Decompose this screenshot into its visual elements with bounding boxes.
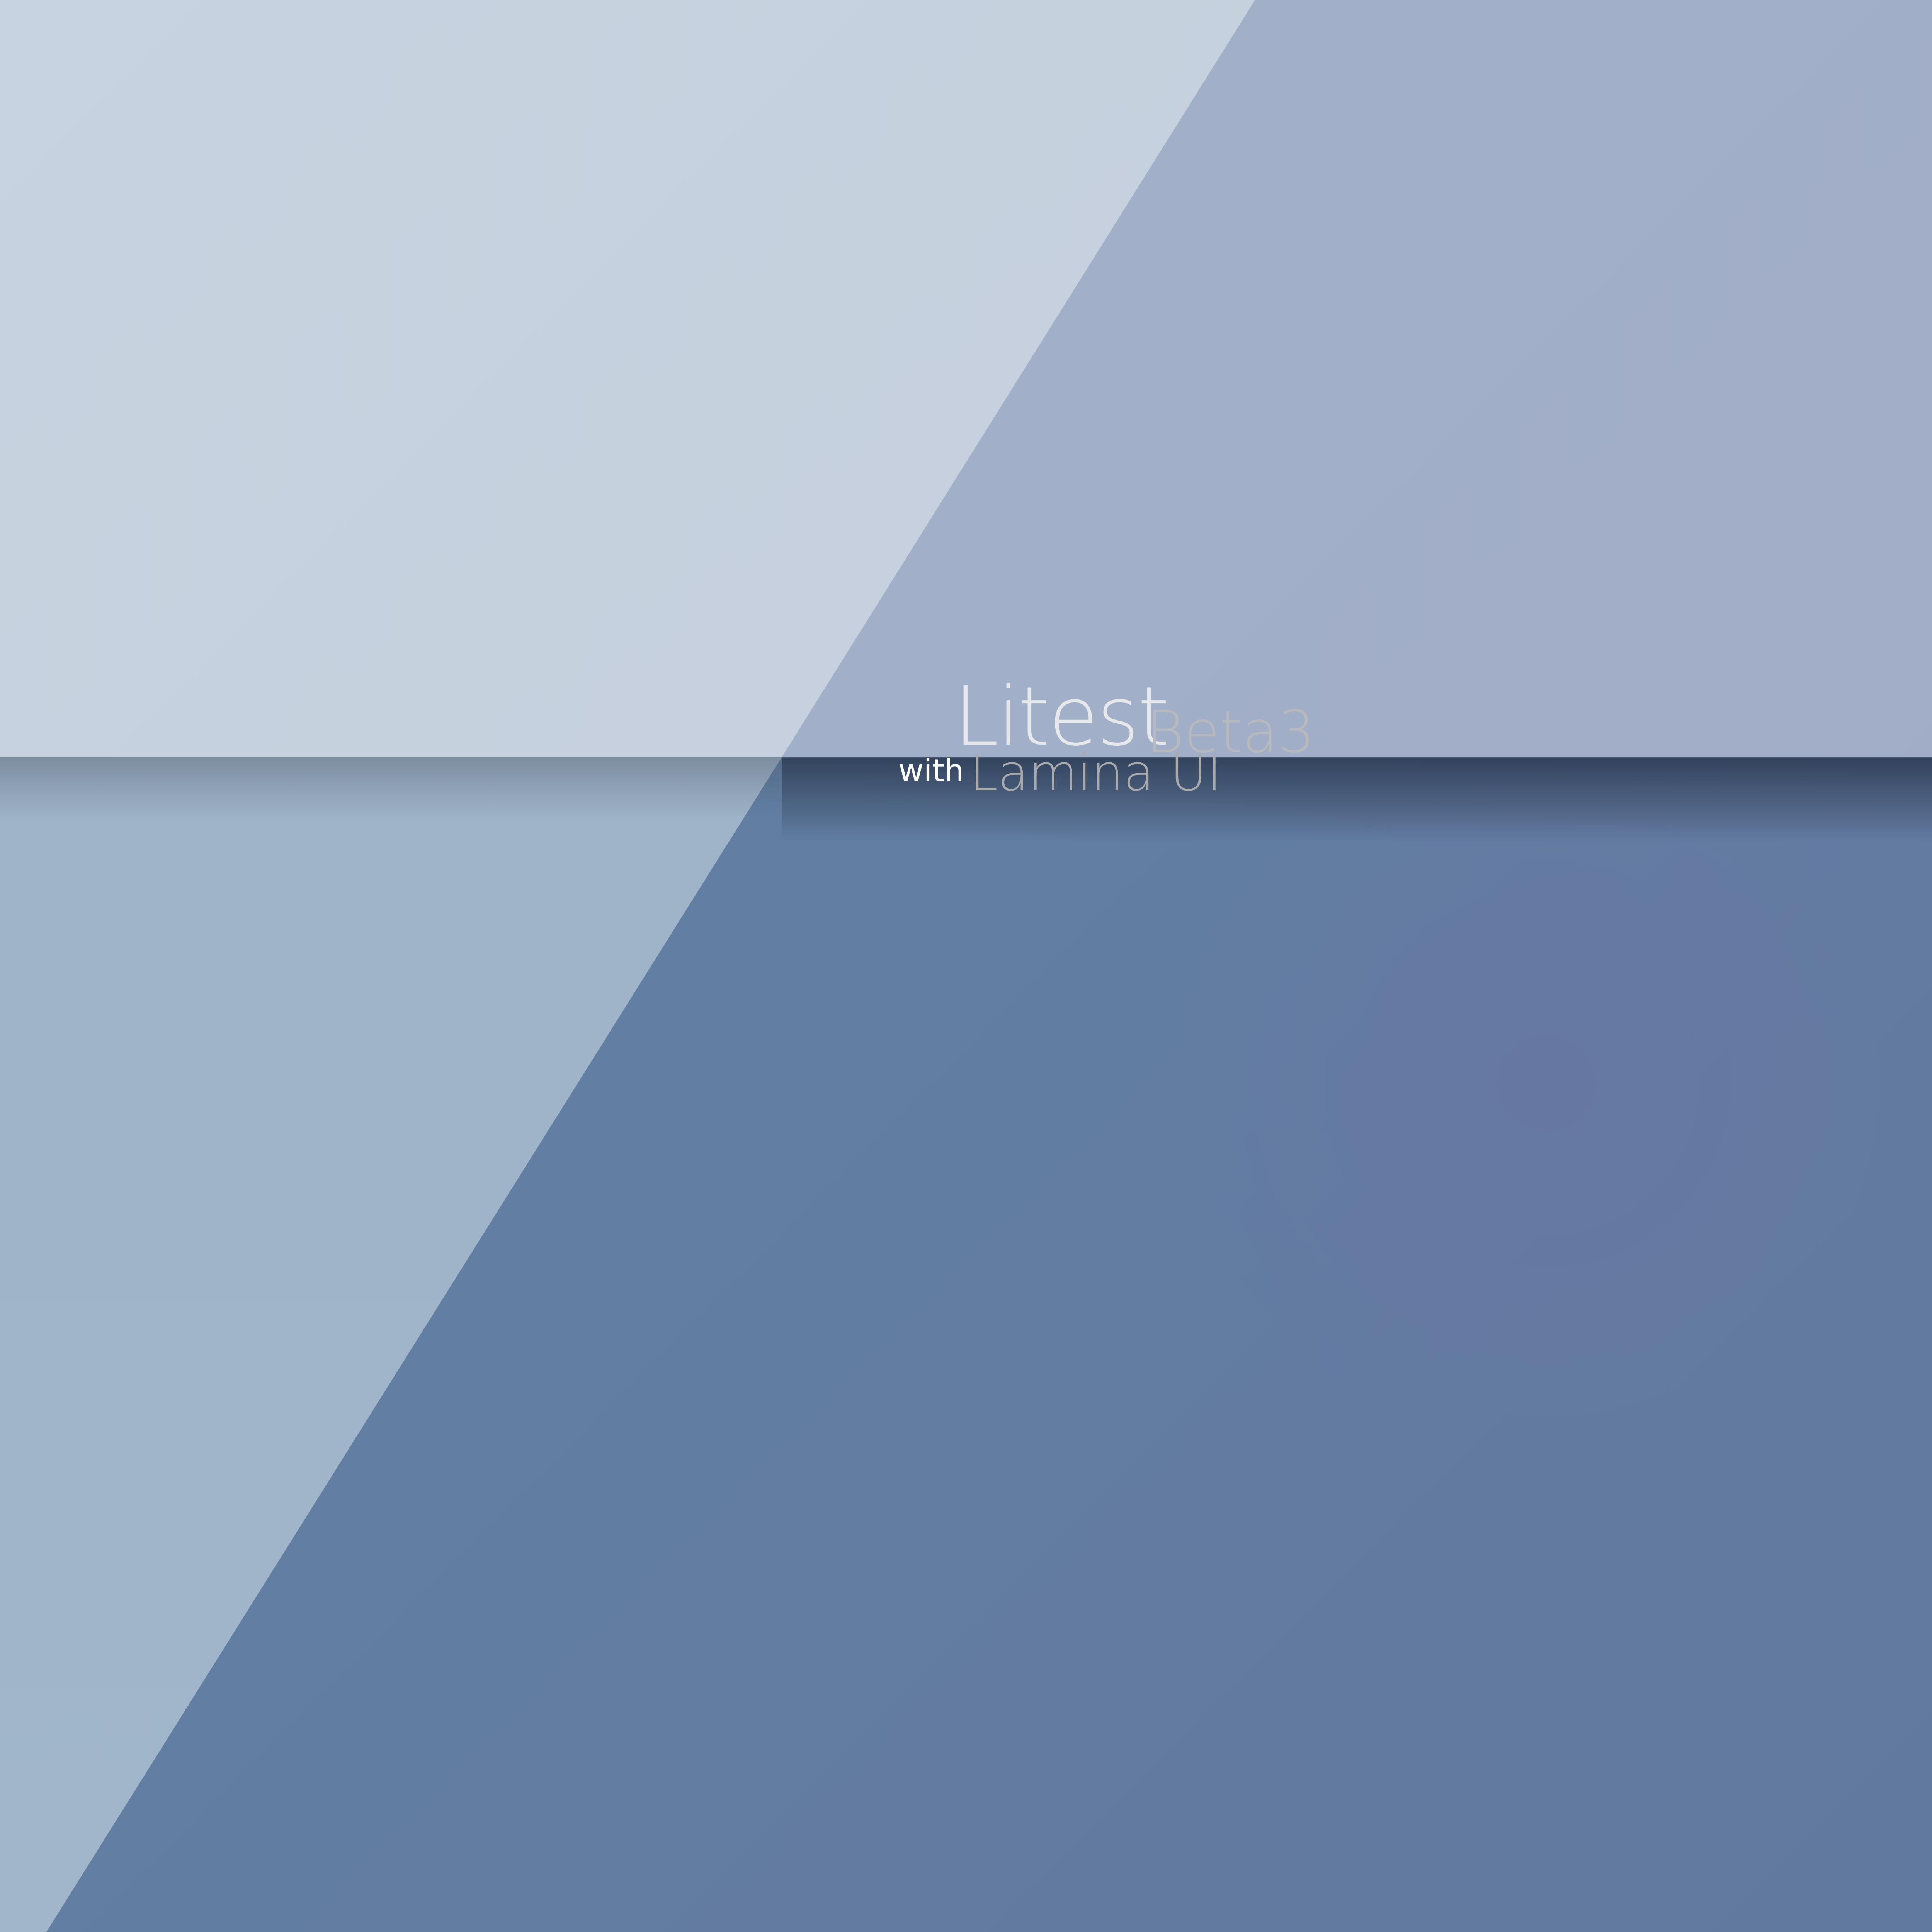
- horizontal-seam-shadow-right: [782, 757, 1932, 842]
- horizontal-seam-line: [0, 757, 1932, 758]
- wallpaper-desktop: Litest Beta3 with Lamina UI: [0, 0, 1932, 1932]
- horizontal-seam-shadow-left: [0, 757, 782, 819]
